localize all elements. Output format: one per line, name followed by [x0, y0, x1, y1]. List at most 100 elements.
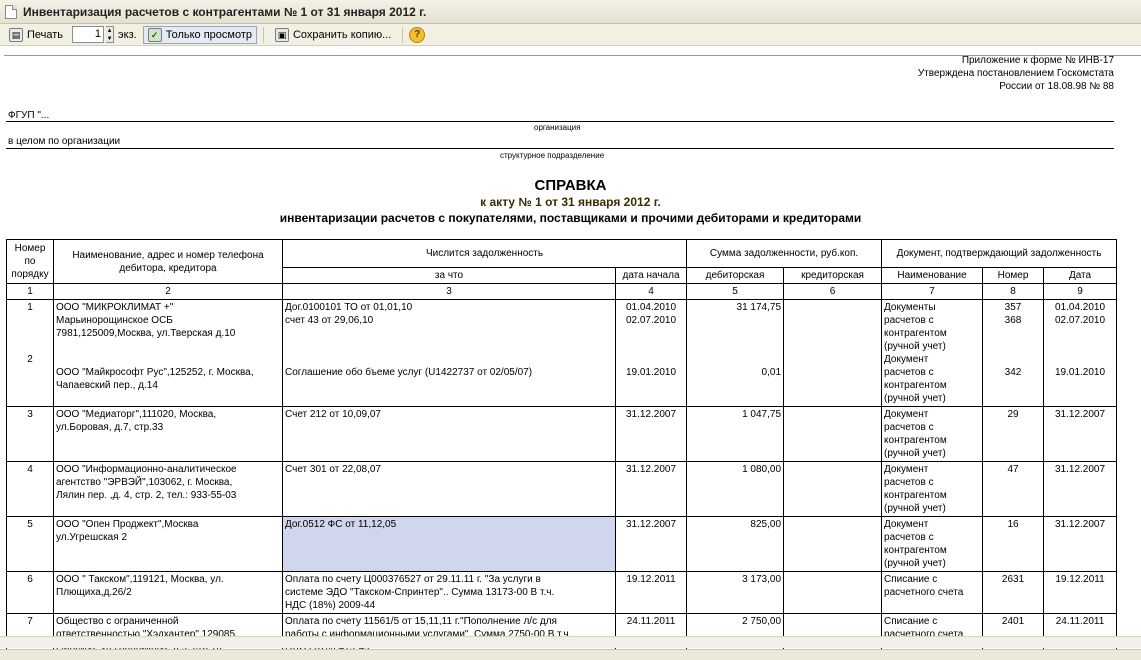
header-doc-date: Дата — [1043, 267, 1118, 284]
debt-reason: Дог.0100101 ТО от 01,01,10 счет 43 от 29… — [282, 299, 616, 407]
debt-start-date: 19.12.2011 — [614, 571, 688, 614]
printer-icon: ▤ — [9, 27, 23, 42]
debit-amount: 3 173,00 — [686, 571, 785, 614]
counterparty-name: ООО "Медиаторг",111020, Москва, ул.Боров… — [53, 406, 283, 462]
column-number: 2 — [53, 283, 283, 300]
document-date: 01.04.2010 02.07.2010 19.01.2010 — [1043, 299, 1118, 407]
document-subtitle: к акту № 1 от 31 января 2012 г. — [480, 195, 661, 209]
credit-amount — [783, 406, 883, 462]
counterparty-name: ООО "МИКРОКЛИМАТ +" Марьинорощинское ОСБ… — [53, 299, 283, 407]
debt-start-date: 31.12.2007 — [614, 516, 688, 572]
column-numbers-row: 1 2 3 4 5 6 7 8 9 — [6, 283, 1118, 300]
table-row[interactable]: 3 ООО "Медиаторг",111020, Москва, ул.Бор… — [6, 406, 1118, 462]
view-only-toggle[interactable]: ✓ Только просмотр — [142, 25, 257, 44]
appendix-line-2: Утверждена постановлением Госкомстата — [917, 68, 1114, 79]
view-only-icon: ✓ — [147, 27, 162, 42]
window-title: Инвентаризация расчетов с контрагентами … — [23, 4, 427, 19]
horizontal-scrollbar[interactable] — [0, 636, 1141, 648]
debt-reason: Счет 212 от 10,09,07 — [282, 406, 616, 462]
debit-amount: 1 080,00 — [686, 461, 785, 517]
header-num: Номер по порядку — [6, 239, 54, 284]
print-button[interactable]: ▤ Печать — [4, 26, 68, 44]
document-icon — [5, 4, 17, 19]
header-name: Наименование, адрес и номер телефона деб… — [53, 239, 283, 284]
document-number: 2631 — [982, 571, 1045, 614]
document-title: СПРАВКА — [534, 177, 607, 194]
table-row[interactable]: 4 ООО "Информационно-аналитическое агент… — [6, 461, 1118, 517]
column-number: 8 — [982, 283, 1045, 300]
column-number: 6 — [783, 283, 883, 300]
window-title-bar: Инвентаризация расчетов с контрагентами … — [0, 0, 1141, 24]
debt-start-date: 01.04.2010 02.07.2010 19.01.2010 — [614, 299, 688, 407]
header-doc-number: Номер — [982, 267, 1045, 284]
debit-amount: 1 047,75 — [686, 406, 785, 462]
column-number: 3 — [282, 283, 616, 300]
floppy-disk-icon: ▣ — [274, 27, 289, 42]
document-name: Документ расчетов с контрагентом (ручной… — [881, 406, 984, 462]
toolbar-separator — [262, 26, 264, 43]
header-start-date: дата начала — [614, 267, 688, 284]
column-number: 4 — [614, 283, 688, 300]
row-number: 5 — [6, 516, 54, 572]
structural-unit-name: в целом по организации — [8, 136, 121, 147]
header-document: Документ, подтверждающий задолженность — [881, 239, 1118, 268]
row-number: 6 — [6, 571, 54, 614]
structural-unit-underline — [6, 148, 1114, 149]
document-subtitle-2: инвентаризации расчетов с покупателями, … — [279, 211, 862, 225]
debt-reason: Счет 301 от 22,08,07 — [282, 461, 616, 517]
copies-count-input[interactable]: 1 — [72, 26, 105, 43]
counterparty-name: ООО "Информационно-аналитическое агентст… — [53, 461, 283, 517]
document-area: Приложение к форме № ИНВ-17 Утверждена п… — [0, 47, 1141, 649]
organization-caption: организация — [534, 123, 581, 132]
document-number: 357 368 342 — [982, 299, 1045, 407]
header-sum: Сумма задолженности, руб.коп. — [686, 239, 883, 268]
header-doc-name: Наименование — [881, 267, 984, 284]
header-debit: дебиторская — [686, 267, 785, 284]
document-name: Документ расчетов с контрагентом (ручной… — [881, 516, 984, 572]
copies-suffix-label: экз. — [118, 28, 137, 41]
header-debt: Числится задолженность — [281, 239, 688, 268]
credit-amount — [783, 461, 883, 517]
appendix-line-3: России от 18.08.98 № 88 — [999, 81, 1114, 92]
row-number: 4 — [6, 461, 54, 517]
document-name: Документы расчетов с контрагентом (ручно… — [881, 299, 984, 407]
column-number: 1 — [6, 283, 54, 300]
debt-start-date: 31.12.2007 — [614, 406, 688, 462]
document-date: 31.12.2007 — [1043, 461, 1118, 517]
table-row[interactable]: 1 2 ООО "МИКРОКЛИМАТ +" Марьинорощинское… — [6, 299, 1118, 407]
save-copy-button[interactable]: ▣ Сохранить копию... — [270, 26, 396, 44]
document-number: 16 — [982, 516, 1045, 572]
status-bar — [0, 649, 1141, 660]
credit-amount — [783, 299, 883, 407]
header-credit: кредиторская — [783, 267, 883, 284]
row-number: 1 2 — [6, 299, 54, 407]
debt-reason-selected-cell[interactable]: Дог.0512 ФС от 11,12,05 — [282, 516, 616, 572]
help-icon[interactable]: ? — [409, 26, 426, 43]
debt-reason: Оплата по счету Ц000376527 от 29.11.11 г… — [282, 571, 616, 614]
view-only-label: Только просмотр — [165, 28, 252, 41]
structural-unit-caption: структурное подразделение — [500, 151, 605, 160]
document-name: Документ расчетов с контрагентом (ручной… — [881, 461, 984, 517]
document-date: 19.12.2011 — [1043, 571, 1118, 614]
debit-amount: 31 174,75 0,01 — [686, 299, 785, 407]
document-date: 31.12.2007 — [1043, 406, 1118, 462]
organization-underline — [6, 121, 1114, 122]
save-copy-label: Сохранить копию... — [292, 28, 392, 41]
credit-amount — [783, 571, 883, 614]
document-number: 47 — [982, 461, 1045, 517]
document-date: 31.12.2007 — [1043, 516, 1118, 572]
toolbar: ▤ Печать 1 ▲ ▼ экз. ✓ Только просмотр ▣ С… — [0, 24, 1141, 46]
column-number: 5 — [686, 283, 785, 300]
organization-name: ФГУП "... — [8, 110, 50, 121]
table-row[interactable]: 5 ООО "Опен Проджект",Москва ул.Угрешска… — [6, 516, 1118, 572]
print-button-label: Печать — [27, 28, 64, 41]
table-row[interactable]: 6 ООО " Такском",119121, Москва, ул. Плю… — [6, 571, 1118, 614]
credit-amount — [783, 516, 883, 572]
header-for-what: за что — [282, 267, 616, 284]
document-number: 29 — [982, 406, 1045, 462]
debit-amount: 825,00 — [686, 516, 785, 572]
copies-spinner[interactable]: ▲ ▼ — [106, 26, 115, 43]
document-name: Списание с расчетного счета — [881, 571, 984, 614]
column-number: 7 — [881, 283, 984, 300]
debt-start-date: 31.12.2007 — [614, 461, 688, 517]
